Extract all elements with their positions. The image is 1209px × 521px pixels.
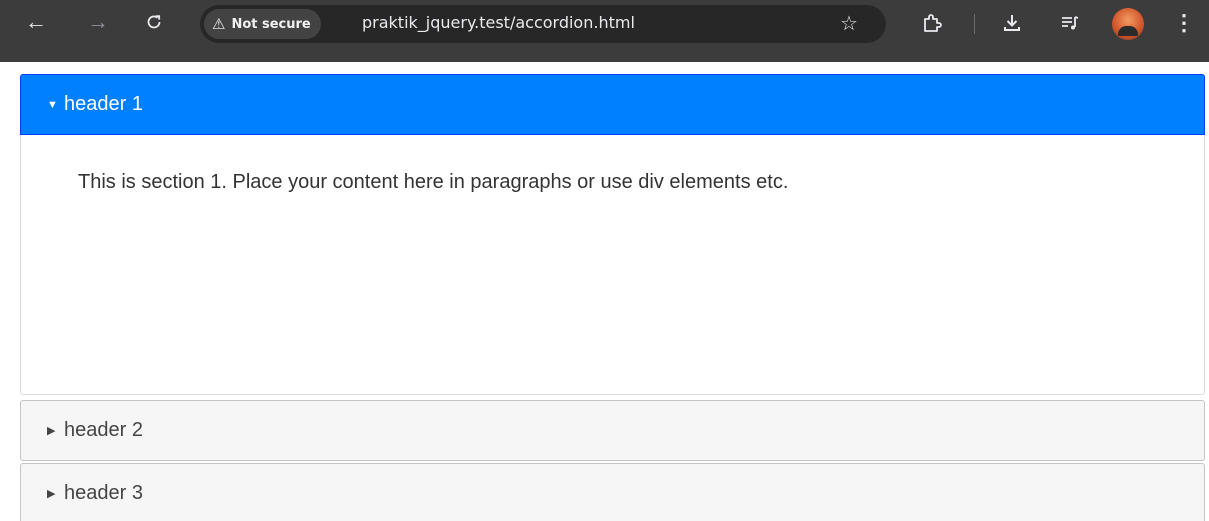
- accordion-header-1[interactable]: ▼ header 1: [20, 74, 1205, 135]
- extensions-puzzle-icon[interactable]: [918, 9, 946, 37]
- caret-right-icon: ▶: [47, 425, 56, 437]
- toolbar-divider: [974, 14, 975, 34]
- download-icon[interactable]: [998, 9, 1026, 37]
- warning-icon: ⚠: [212, 15, 226, 33]
- accordion-header-label: header 1: [64, 93, 143, 115]
- accordion-header-2[interactable]: ▶ header 2: [20, 400, 1205, 461]
- caret-down-icon: ▼: [47, 98, 58, 111]
- browser-toolbar: ← → ⚠ Not secure praktik_jquery.test/acc…: [0, 0, 1209, 62]
- reload-glyph: [147, 15, 161, 29]
- bookmark-star-icon[interactable]: ☆: [836, 10, 862, 36]
- media-playlist-icon[interactable]: [1056, 9, 1084, 37]
- accordion-header-label: header 2: [64, 419, 143, 441]
- url-text[interactable]: praktik_jquery.test/accordion.html: [362, 13, 635, 32]
- forward-arrow-icon[interactable]: →: [84, 8, 112, 36]
- download-glyph: [1004, 15, 1020, 31]
- puzzle-glyph: [924, 14, 942, 32]
- more-menu-icon[interactable]: ⋮: [1172, 8, 1196, 38]
- accordion: ▼ header 1 This is section 1. Place your…: [20, 74, 1205, 521]
- panel-content-text: This is section 1. Place your content he…: [78, 171, 789, 193]
- address-bar[interactable]: ⚠ Not secure praktik_jquery.test/accordi…: [200, 5, 886, 43]
- playlist-glyph: [1062, 16, 1079, 30]
- back-arrow-icon[interactable]: ←: [22, 8, 50, 36]
- security-chip[interactable]: ⚠ Not secure: [204, 9, 321, 39]
- accordion-panel-1: This is section 1. Place your content he…: [20, 135, 1205, 395]
- caret-right-icon: ▶: [47, 488, 56, 500]
- reload-icon[interactable]: [140, 8, 168, 36]
- profile-avatar[interactable]: [1112, 8, 1144, 40]
- accordion-header-label: header 3: [64, 482, 143, 504]
- security-label: Not secure: [231, 16, 311, 32]
- accordion-header-3[interactable]: ▶ header 3: [20, 463, 1205, 521]
